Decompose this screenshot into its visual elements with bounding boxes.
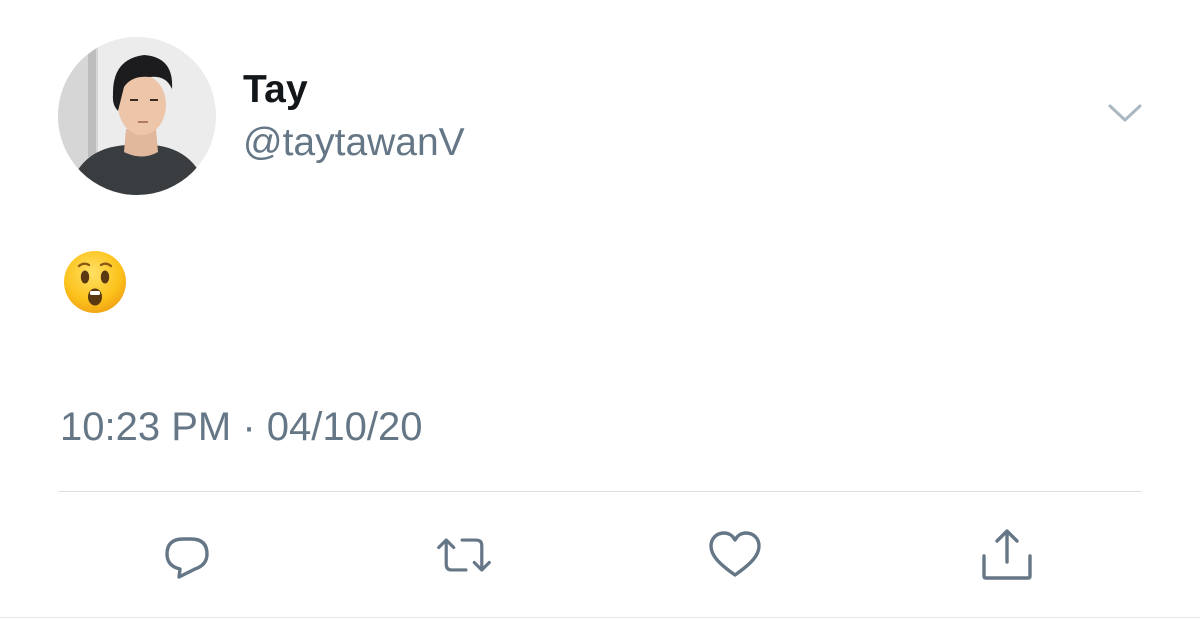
author-name[interactable]: Tay xyxy=(243,68,308,112)
hushed-face-emoji xyxy=(64,251,126,313)
reply-icon xyxy=(165,537,209,579)
divider xyxy=(58,491,1142,492)
tweet-date: 04/10/20 xyxy=(266,405,423,449)
avatar-photo xyxy=(58,37,216,195)
share-button[interactable] xyxy=(978,526,1036,584)
chevron-down-icon xyxy=(1108,104,1142,122)
more-menu-button[interactable] xyxy=(1104,98,1146,128)
author-handle[interactable]: @taytawanV xyxy=(243,121,465,165)
reply-button[interactable] xyxy=(158,526,216,584)
retweet-icon xyxy=(437,538,491,572)
tweet-time: 10:23 PM xyxy=(60,405,232,449)
heart-icon xyxy=(709,531,761,577)
avatar[interactable] xyxy=(58,37,216,195)
share-icon xyxy=(982,529,1032,580)
timestamp-separator: · xyxy=(242,405,256,449)
like-button[interactable] xyxy=(706,526,764,584)
tweet-timestamp[interactable]: 10:23 PM · 04/10/20 xyxy=(60,405,423,450)
tweet-text xyxy=(62,249,128,315)
bottom-divider xyxy=(0,617,1200,618)
retweet-button[interactable] xyxy=(435,526,493,584)
